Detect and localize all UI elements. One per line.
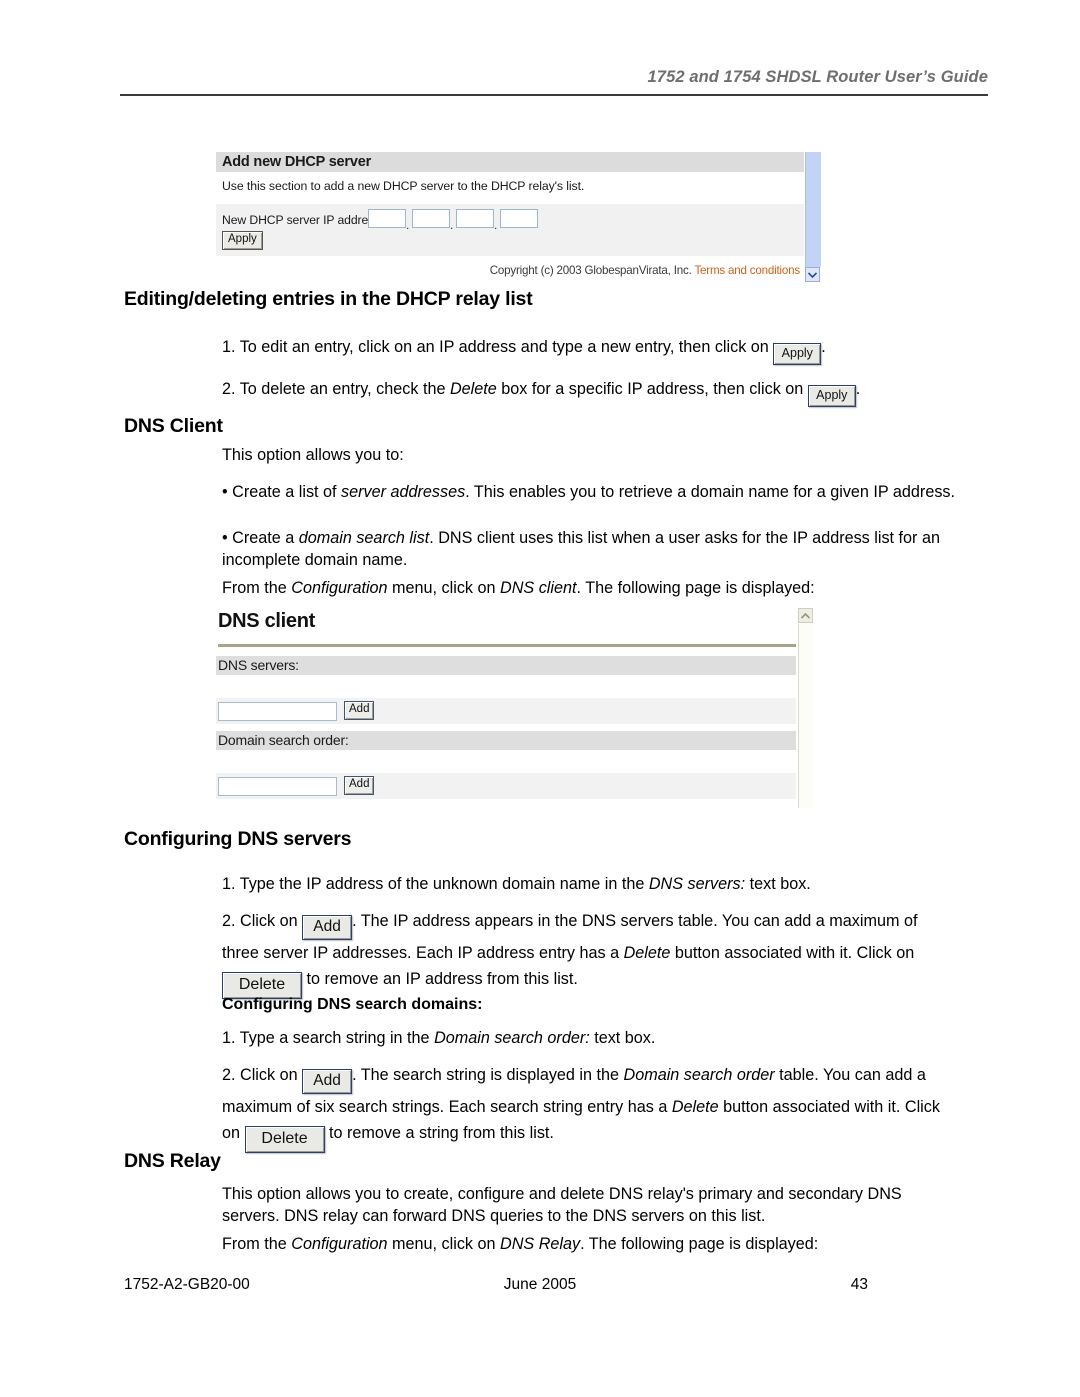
editing-step-2-mid: box for a specific IP address, then clic… — [496, 380, 808, 398]
dns-client-from-menu-mid: menu, click on — [387, 579, 501, 597]
dhcp-panel-description: Use this section to add a new DHCP serve… — [222, 179, 585, 193]
apply-button-inline-2[interactable]: Apply — [807, 385, 856, 407]
dhcp-copyright-text: Copyright (c) 2003 GlobespanVirata, Inc. — [489, 264, 692, 277]
delete-button-inline-1[interactable]: Delete — [222, 971, 302, 999]
dhcp-ip-octet-2[interactable] — [412, 209, 450, 228]
dns-client-from-menu-italic-configuration: Configuration — [291, 579, 388, 597]
dns-client-panel: DNS client DNS servers: Add Domain searc… — [216, 608, 796, 808]
dhcp-ip-address-row: New DHCP server IP address: . . . Apply — [216, 204, 804, 256]
apply-button-inline-1[interactable]: Apply — [773, 343, 822, 365]
dns-client-from-menu-italic-dnsclient: DNS client — [500, 579, 577, 597]
dns-client-intro: This option allows you to: — [222, 446, 404, 464]
config-search-step-2-mid-1: . The search string is displayed in the — [352, 1066, 624, 1084]
config-servers-step-2-prefix: 2. Click on — [222, 912, 303, 930]
config-servers-step-1-suffix: text box. — [745, 875, 811, 893]
heading-dns-relay: DNS Relay — [124, 1150, 221, 1172]
dns-servers-input-row: Add — [216, 698, 796, 724]
domain-search-order-input[interactable] — [218, 777, 337, 796]
config-search-step-2: 2. Click on Add. The search string is di… — [222, 1062, 962, 1153]
config-search-step-2-prefix: 2. Click on — [222, 1066, 303, 1084]
dns-relay-p2-prefix: From the — [222, 1235, 292, 1253]
dns-client-bullet-2-prefix: • Create a — [222, 529, 299, 547]
heading-editing-deleting-entries: Editing/deleting entries in the DHCP rel… — [124, 288, 533, 310]
chevron-down-icon[interactable] — [805, 267, 820, 282]
heading-dns-client: DNS Client — [124, 415, 223, 437]
dns-relay-p2-italic-dnsrelay: DNS Relay — [500, 1235, 581, 1253]
dns-servers-add-button[interactable]: Add — [344, 701, 375, 720]
dhcp-ip-octet-4[interactable] — [500, 209, 538, 228]
figure-dns-client: DNS client DNS servers: Add Domain searc… — [216, 608, 816, 808]
config-search-step-2-italic-dso: Domain search order — [623, 1066, 775, 1084]
dns-relay-paragraph-2: From the Configuration menu, click on DN… — [222, 1233, 962, 1255]
add-button-inline-2[interactable]: Add — [302, 1069, 353, 1094]
dns-relay-paragraph-1: This option allows you to create, config… — [222, 1185, 902, 1225]
dhcp-ip-separator-3: . — [494, 218, 498, 232]
dhcp-vertical-scrollbar-track[interactable] — [805, 152, 821, 267]
running-head: 1752 and 1754 SHDSL Router User’s Guide — [647, 68, 988, 86]
dns-relay-p2-italic-configuration: Configuration — [291, 1235, 388, 1253]
dhcp-copyright-line: Copyright (c) 2003 GlobespanVirata, Inc.… — [490, 264, 800, 277]
chevron-up-icon[interactable] — [798, 608, 813, 623]
editing-step-1: 1. To edit an entry, click on an IP addr… — [222, 336, 962, 365]
dhcp-ip-octet-1[interactable] — [368, 209, 406, 228]
editing-step-1-suffix: . — [821, 338, 826, 356]
dns-servers-section-header: DNS servers: — [216, 656, 796, 675]
config-search-step-1-italic: Domain search order: — [434, 1029, 590, 1047]
dns-client-from-menu-suffix: . The following page is displayed: — [576, 579, 815, 597]
config-servers-step-1-italic: DNS servers: — [648, 875, 746, 893]
dhcp-panel: Add new DHCP server Use this section to … — [216, 152, 804, 284]
editing-step-2-suffix: . — [855, 380, 861, 398]
heading-configuring-dns-search-domains: Configuring DNS search domains: — [222, 996, 483, 1013]
config-servers-step-1: 1. Type the IP address of the unknown do… — [222, 873, 962, 895]
config-search-step-1-suffix: text box. — [589, 1029, 656, 1047]
config-servers-step-2-suffix: to remove an IP address from this list. — [302, 969, 578, 988]
config-servers-step-1-prefix: 1. Type the IP address of the unknown do… — [222, 875, 649, 893]
heading-configuring-dns-servers: Configuring DNS servers — [124, 828, 352, 850]
dhcp-apply-button[interactable]: Apply — [222, 231, 263, 250]
dns-client-bullet-2: • Create a domain search list. DNS clien… — [222, 527, 962, 571]
dns-client-from-menu-prefix: From the — [222, 579, 292, 597]
figure-add-new-dhcp-server: Add new DHCP server Use this section to … — [216, 152, 821, 284]
dhcp-panel-title: Add new DHCP server — [216, 152, 804, 172]
add-button-inline-1[interactable]: Add — [302, 915, 353, 940]
config-servers-step-2: 2. Click on Add. The IP address appears … — [222, 908, 950, 999]
dns-client-vertical-scrollbar-track[interactable] — [798, 624, 814, 808]
document-page: 1752 and 1754 SHDSL Router User’s Guide … — [0, 0, 1080, 1397]
config-search-step-2-suffix: to remove a string from this list. — [324, 1123, 554, 1142]
dns-client-bullet-1: • Create a list of server addresses. Thi… — [222, 481, 962, 503]
running-head-rule — [120, 94, 988, 96]
footer-page-number: 43 — [850, 1276, 868, 1293]
config-servers-step-2-mid-2: button associated with it. Click on — [670, 943, 915, 962]
dns-servers-input[interactable] — [218, 702, 337, 721]
domain-search-order-section-header: Domain search order: — [216, 731, 796, 750]
config-search-step-1-prefix: 1. Type a search string in the — [222, 1029, 435, 1047]
dns-client-bullet-1-italic: server addresses — [341, 483, 466, 501]
editing-step-1-prefix: 1. To edit an entry, click on an IP addr… — [222, 338, 774, 356]
dns-client-bullet-2-italic: domain search list — [298, 529, 430, 547]
dns-relay-p2-suffix: . The following page is displayed: — [580, 1235, 819, 1253]
dhcp-ip-separator-1: . — [406, 218, 410, 232]
dns-relay-p2-mid: menu, click on — [387, 1235, 501, 1253]
terms-and-conditions-link[interactable]: Terms and conditions — [694, 264, 800, 277]
dhcp-ip-separator-2: . — [450, 218, 454, 232]
dns-client-title-rule — [218, 644, 796, 647]
config-search-step-1: 1. Type a search string in the Domain se… — [222, 1027, 962, 1049]
dhcp-ip-field-label: New DHCP server IP address: — [222, 213, 384, 227]
editing-step-2: 2. To delete an entry, check the Delete … — [222, 378, 962, 407]
dhcp-ip-octet-3[interactable] — [456, 209, 494, 228]
editing-step-2-prefix: 2. To delete an entry, check the — [222, 380, 450, 398]
dns-client-bullet-1-prefix: • Create a list of — [222, 483, 342, 501]
editing-step-2-italic-delete: Delete — [449, 380, 497, 398]
dns-client-panel-title: DNS client — [218, 610, 316, 632]
dns-client-bullet-1-suffix: . This enables you to retrieve a domain … — [465, 483, 956, 501]
delete-button-inline-2[interactable]: Delete — [244, 1125, 325, 1153]
dns-client-from-menu: From the Configuration menu, click on DN… — [222, 577, 962, 599]
domain-search-order-add-button[interactable]: Add — [344, 776, 375, 795]
domain-search-order-input-row: Add — [216, 773, 796, 799]
config-servers-step-2-italic-delete: Delete — [623, 943, 671, 962]
config-search-step-2-italic-delete: Delete — [671, 1097, 719, 1116]
